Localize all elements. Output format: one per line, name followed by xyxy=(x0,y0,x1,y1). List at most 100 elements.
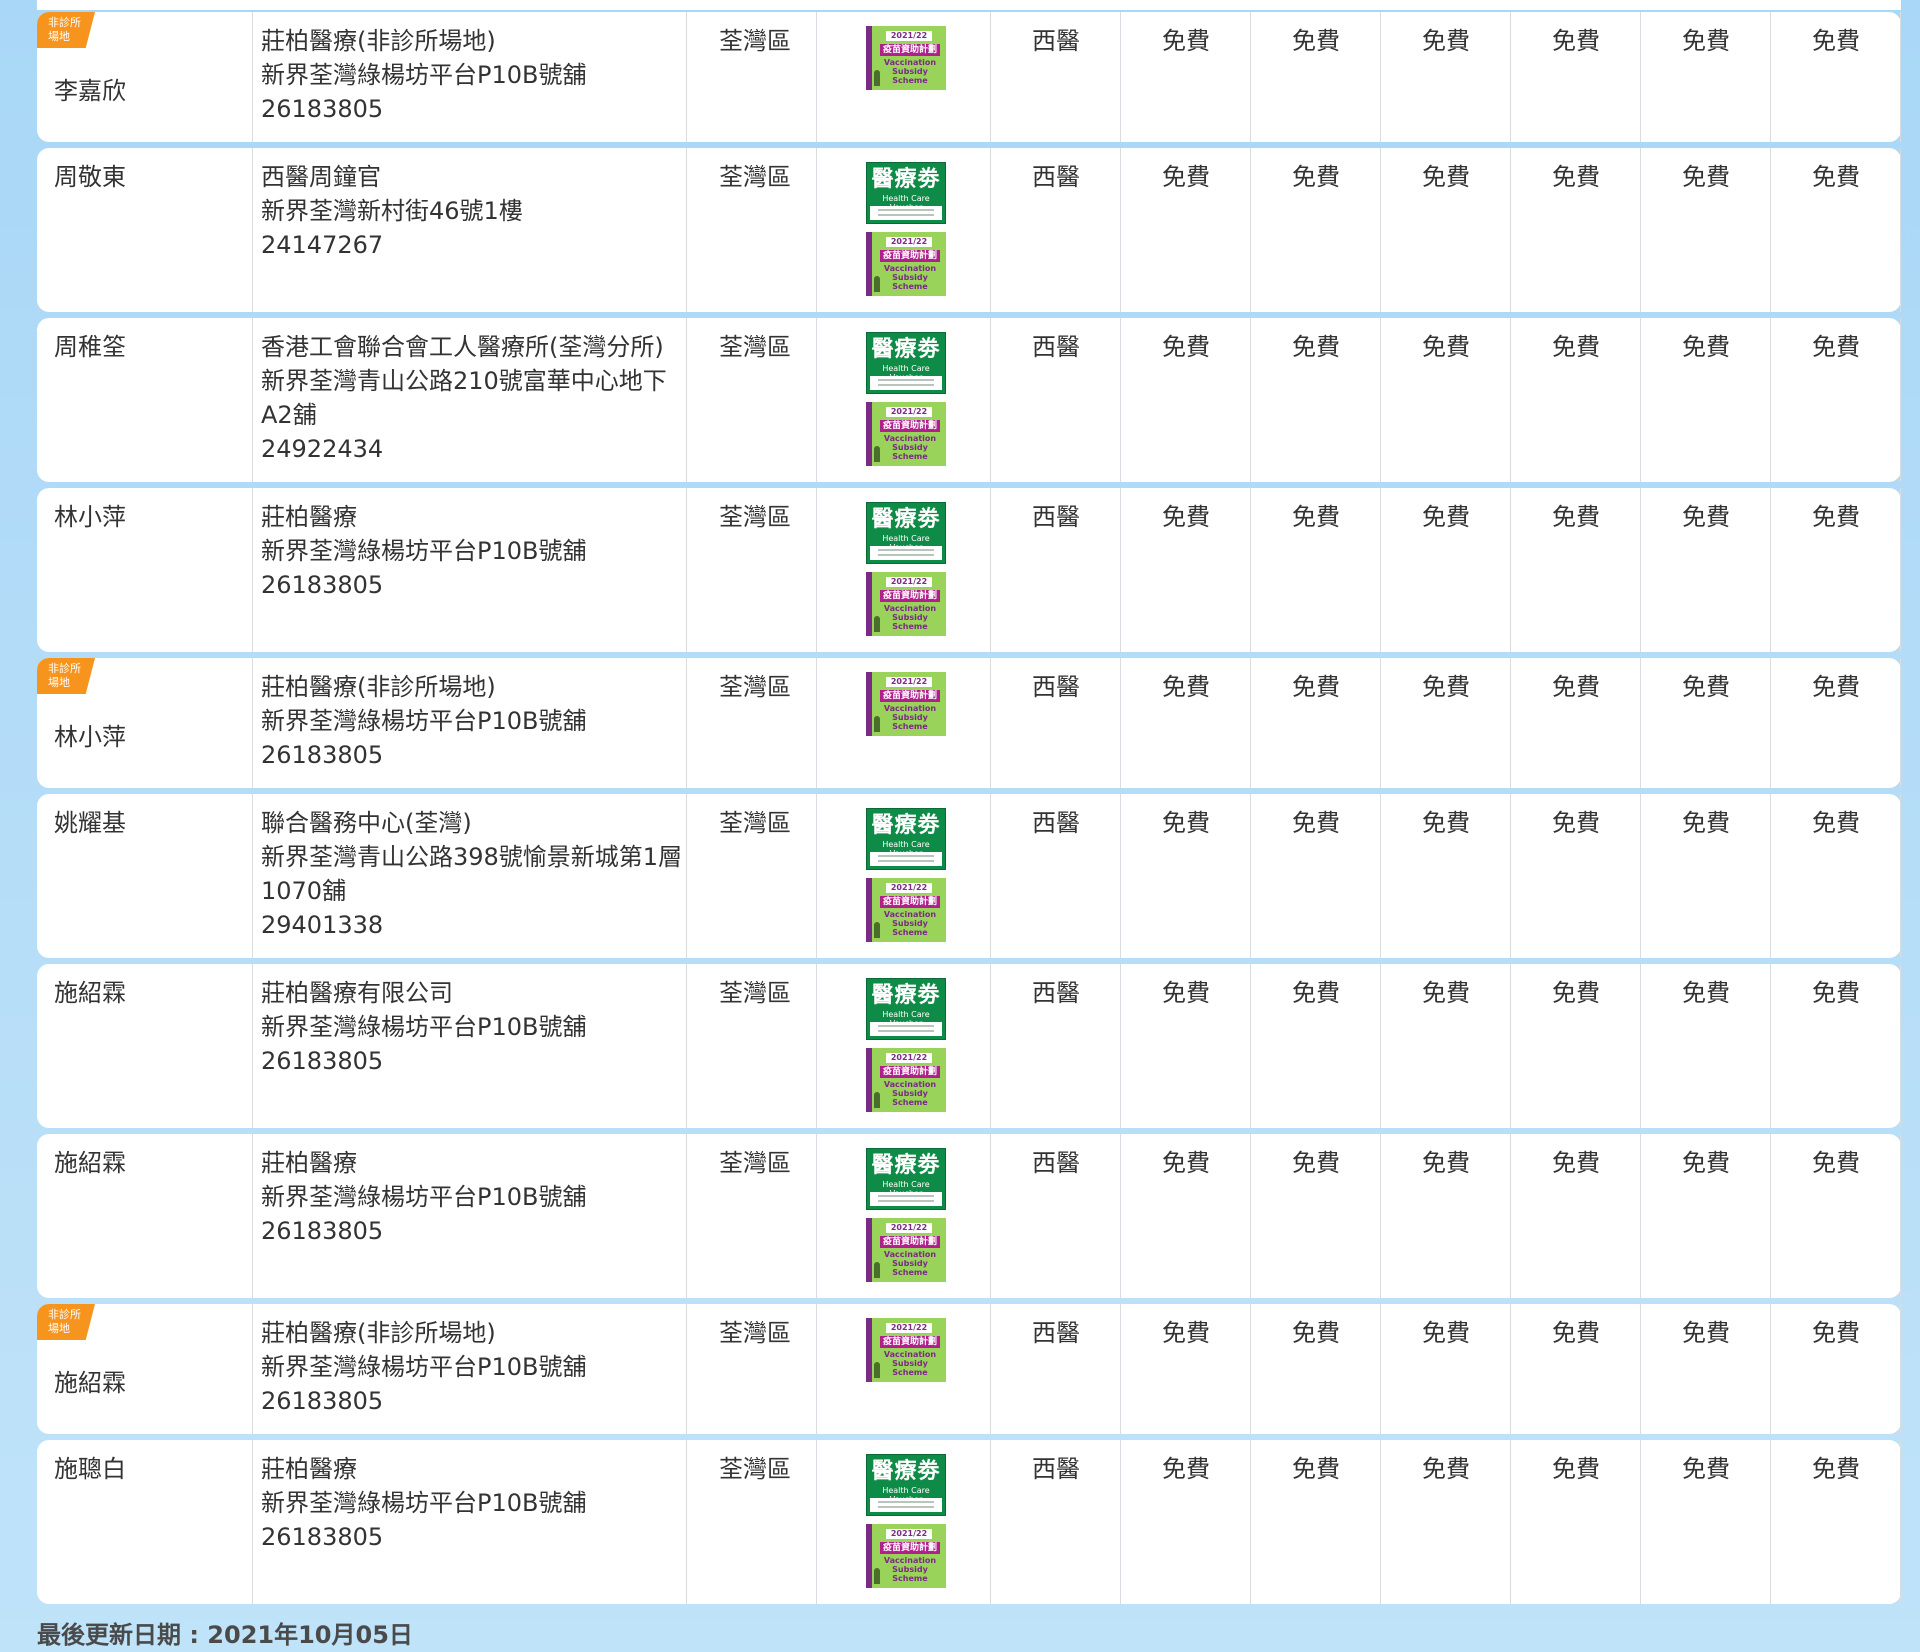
clinic-name[interactable]: 莊柏醫療(非診所場地) xyxy=(261,24,691,58)
fee-value: 免費 xyxy=(1292,809,1340,837)
fee-value: 免費 xyxy=(1552,503,1600,531)
clinic-name[interactable]: 莊柏醫療(非診所場地) xyxy=(261,1316,691,1350)
hcv-icon-title: 醫療劵 xyxy=(871,1459,941,1484)
clinic-phone[interactable]: 26183805 xyxy=(261,738,691,772)
vss-icon-title-en-2: Subsidy Scheme xyxy=(892,1359,928,1377)
fee-value: 免費 xyxy=(1812,1319,1860,1347)
clinic-phone[interactable]: 29401338 xyxy=(261,908,691,942)
vss-icon-figure xyxy=(874,922,880,938)
clinic-phone[interactable]: 26183805 xyxy=(261,1044,691,1078)
doctor-name[interactable]: 林小萍 xyxy=(54,500,126,534)
fee-value: 免費 xyxy=(1292,333,1340,361)
fee-value: 免費 xyxy=(1292,1319,1340,1347)
vss-icon-title-en: Vaccination Subsidy Scheme xyxy=(880,1080,940,1107)
vss-icon-title-en-1: Vaccination xyxy=(883,434,937,443)
doctor-name[interactable]: 施紹霖 xyxy=(54,1146,126,1180)
clinic-address: 新界荃灣綠楊坊平台P10B號舖 xyxy=(261,1489,587,1517)
clinic-name[interactable]: 莊柏醫療 xyxy=(261,1146,691,1180)
clinic-name[interactable]: 聯合醫務中心(荃灣) xyxy=(261,806,691,840)
clinic-name[interactable]: 香港工會聯合會工人醫療所(荃灣分所) xyxy=(261,330,691,364)
clinic-name[interactable]: 莊柏醫療(非診所場地) xyxy=(261,670,691,704)
clinic-address-block: 莊柏醫療(非診所場地) 新界荃灣綠楊坊平台P10B號舖 26183805 xyxy=(261,1316,691,1418)
badge-line-1: 非診所 xyxy=(48,1308,81,1321)
vss-icon-figure xyxy=(874,1568,880,1584)
hcv-icon-strip xyxy=(870,1498,942,1512)
fee-value: 免費 xyxy=(1812,163,1860,191)
clinic-phone[interactable]: 26183805 xyxy=(261,1384,691,1418)
fee-value: 免費 xyxy=(1552,1319,1600,1347)
doctor-type-label: 西醫 xyxy=(1032,163,1080,191)
clinic-address-block: 莊柏醫療新界荃灣綠楊坊平台P10B號舖 26183805 xyxy=(261,1452,691,1554)
clinic-address: 新界荃灣青山公路210號富華中心地下 xyxy=(261,367,667,395)
fee-value: 免費 xyxy=(1812,27,1860,55)
doctor-name[interactable]: 周敬東 xyxy=(54,160,126,194)
table-row: 施聰白 莊柏醫療 新界荃灣綠楊坊平台P10B號舖 26183805 荃灣區 醫療劵 Heal… xyxy=(37,1440,1901,1604)
district-label: 荃灣區 xyxy=(719,503,791,531)
doctor-type-label: 西醫 xyxy=(1032,979,1080,1007)
vss-icon-title-en-2: Subsidy Scheme xyxy=(892,1259,928,1277)
doctor-name[interactable]: 李嘉欣 xyxy=(54,74,126,108)
clinic-phone[interactable]: 26183805 xyxy=(261,1520,691,1554)
vaccination-subsidy-scheme-icon: 2021/22 疫苗資助計劃 Vaccination Subsidy Scheme xyxy=(866,26,946,90)
vaccination-subsidy-scheme-icon: 2021/22 疫苗資助計劃 Vaccination Subsidy Scheme xyxy=(866,878,946,942)
clinic-phone[interactable]: 24922434 xyxy=(261,432,691,466)
clinic-name[interactable]: 莊柏醫療 xyxy=(261,1452,691,1486)
doctor-name[interactable]: 施紹霖 xyxy=(54,976,126,1010)
vss-icon-title-zh: 疫苗資助計劃 xyxy=(880,250,940,262)
vss-icon-figure xyxy=(874,70,880,86)
clinic-address-block: 莊柏醫療有限公司 新界荃灣綠楊坊平台P10B號舖 26183805 xyxy=(261,976,691,1078)
fee-value: 免費 xyxy=(1812,809,1860,837)
fee-value: 免費 xyxy=(1292,1149,1340,1177)
vss-icon-title-en: Vaccination Subsidy Scheme xyxy=(880,1350,940,1377)
vss-icon-title-en-2: Subsidy Scheme xyxy=(892,613,928,631)
fee-value: 免費 xyxy=(1422,503,1470,531)
clinic-phone[interactable]: 26183805 xyxy=(261,92,691,126)
fee-value: 免費 xyxy=(1552,1149,1600,1177)
vss-icon-figure xyxy=(874,446,880,462)
fee-value: 免費 xyxy=(1292,673,1340,701)
fee-value: 免費 xyxy=(1422,163,1470,191)
district-label: 荃灣區 xyxy=(719,1319,791,1347)
vss-icon-title-en-2: Subsidy Scheme xyxy=(892,1089,928,1107)
table-row: 施紹霖 莊柏醫療 新界荃灣綠楊坊平台P10B號舖 26183805 荃灣區 醫療劵 Heal… xyxy=(37,1134,1901,1298)
clinic-address-block: 莊柏醫療(非診所場地) 新界荃灣綠楊坊平台P10B號舖 26183805 xyxy=(261,670,691,772)
table-row: 周敬東 西醫周鐘官 新界荃灣新村街46號1樓 24147267 荃灣區 醫療劵 Health… xyxy=(37,148,1901,312)
doctor-name[interactable]: 周稚筌 xyxy=(54,330,126,364)
hcv-icon-title: 醫療劵 xyxy=(871,337,941,362)
clinic-phone[interactable]: 24147267 xyxy=(261,228,691,262)
vaccination-subsidy-scheme-icon: 2021/22 疫苗資助計劃 Vaccination Subsidy Scheme xyxy=(866,232,946,296)
district-label: 荃灣區 xyxy=(719,979,791,1007)
table-row: 非診所 場地 李嘉欣 莊柏醫療(非診所場地) 新界荃灣綠楊坊平台P10B號舖 261838… xyxy=(37,12,1901,142)
vss-icon-title-en: Vaccination Subsidy Scheme xyxy=(880,264,940,291)
doctor-name[interactable]: 林小萍 xyxy=(54,720,126,754)
clinic-address: 新界荃灣綠楊坊平台P10B號舖 xyxy=(261,1183,587,1211)
district-label: 荃灣區 xyxy=(719,27,791,55)
table-row: 姚耀基 聯合醫務中心(荃灣) 新界荃灣青山公路398號愉景新城第1層 1070舖 294… xyxy=(37,794,1901,958)
clinic-name[interactable]: 西醫周鐘官 xyxy=(261,160,691,194)
vss-icon-title-en-1: Vaccination xyxy=(883,1350,937,1359)
vss-icon-title-en: Vaccination Subsidy Scheme xyxy=(880,434,940,461)
doctor-name[interactable]: 施紹霖 xyxy=(54,1366,126,1400)
doctor-name[interactable]: 施聰白 xyxy=(54,1452,126,1486)
health-care-voucher-icon: 醫療劵Health Care Voucher xyxy=(866,808,946,870)
doctor-name[interactable]: 姚耀基 xyxy=(54,806,126,840)
clinic-address: 新界荃灣新村街46號1樓 xyxy=(261,197,523,225)
table-row: 非診所 場地 林小萍 莊柏醫療(非診所場地) 新界荃灣綠楊坊平台P10B號舖 261838… xyxy=(37,658,1901,788)
hcv-icon-title: 醫療劵 xyxy=(871,507,941,532)
fee-value: 免費 xyxy=(1812,333,1860,361)
badge-line-1: 非診所 xyxy=(48,16,81,29)
clinic-name[interactable]: 莊柏醫療 xyxy=(261,500,691,534)
fee-value: 免費 xyxy=(1422,673,1470,701)
fee-value: 免費 xyxy=(1682,163,1730,191)
clinic-name[interactable]: 莊柏醫療有限公司 xyxy=(261,976,691,1010)
table-row: 林小萍 莊柏醫療 新界荃灣綠楊坊平台P10B號舖 26183805 荃灣區 醫療劵 Heal… xyxy=(37,488,1901,652)
clinic-phone[interactable]: 26183805 xyxy=(261,568,691,602)
vss-icon-title-en-2: Subsidy Scheme xyxy=(892,443,928,461)
clinic-address: 新界荃灣綠楊坊平台P10B號舖 xyxy=(261,1353,587,1381)
fee-value: 免費 xyxy=(1162,809,1210,837)
last-updated-label: 最後更新日期 : 2021年10月05日 xyxy=(37,1621,413,1649)
clinic-phone[interactable]: 26183805 xyxy=(261,1214,691,1248)
district-label: 荃灣區 xyxy=(719,1149,791,1177)
fee-value: 免費 xyxy=(1162,333,1210,361)
fee-value: 免費 xyxy=(1812,1149,1860,1177)
